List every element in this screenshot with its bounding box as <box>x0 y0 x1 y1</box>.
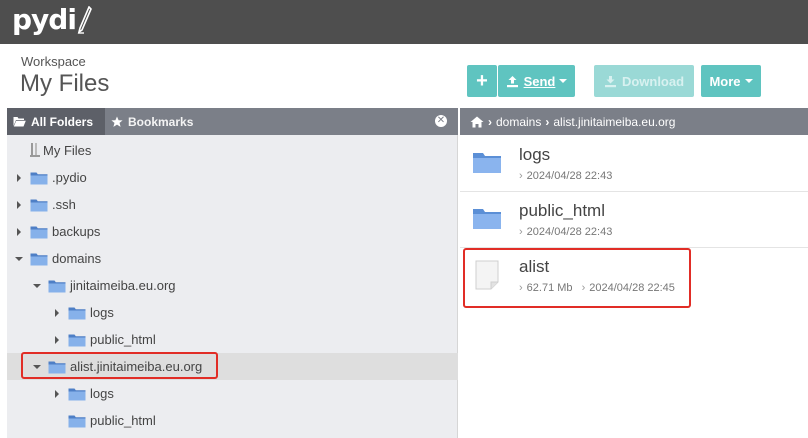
tree-item[interactable]: backups <box>7 218 458 245</box>
tree-item-label: logs <box>90 305 114 320</box>
home-icon[interactable] <box>470 116 484 128</box>
selected-file-highlight <box>463 248 691 308</box>
send-button-label: Send <box>523 73 556 89</box>
tree-item-label: .ssh <box>52 197 76 212</box>
tree-item-label: .pydio <box>52 170 87 185</box>
caret-right-icon[interactable] <box>55 336 59 344</box>
folder-icon <box>30 199 48 212</box>
tree-item-label: jinitaimeiba.eu.org <box>70 278 176 293</box>
folder-icon <box>30 172 48 185</box>
folder-icon <box>30 226 48 239</box>
tree-item[interactable]: My Files <box>7 137 458 164</box>
pydio-logo[interactable]: pydi <box>12 3 77 36</box>
caret-right-icon[interactable] <box>55 390 59 398</box>
more-button-label: More <box>709 73 741 89</box>
breadcrumb: › domains › alist.jinitaimeiba.eu.org <box>460 108 808 135</box>
folder-open-icon <box>13 117 26 127</box>
tree-item[interactable]: domains <box>7 245 458 272</box>
chevron-right-icon: › <box>519 170 523 182</box>
more-button[interactable]: More <box>701 65 761 97</box>
folder-icon <box>473 209 501 229</box>
chevron-right-icon: › <box>545 114 550 129</box>
send-button[interactable]: Send <box>498 65 575 97</box>
caret-right-icon[interactable] <box>17 174 21 182</box>
workspace-label: Workspace <box>21 54 86 69</box>
tree-item-label: backups <box>52 224 101 239</box>
file-date: 2024/04/28 22:43 <box>526 226 613 238</box>
tree-item-label: My Files <box>43 143 92 158</box>
left-tab-bar: All Folders Bookmarks ✕ <box>7 108 458 135</box>
folder-icon <box>68 415 86 428</box>
top-bar: pydi <box>0 0 808 44</box>
close-icon[interactable]: ✕ <box>435 115 447 127</box>
chevron-right-icon: › <box>519 226 523 238</box>
caret-down-icon[interactable] <box>33 284 41 288</box>
caret-right-icon[interactable] <box>55 309 59 317</box>
tree-item[interactable]: public_html <box>7 326 458 353</box>
folder-icon <box>68 334 86 347</box>
file-name: logs <box>519 145 551 164</box>
tree-item[interactable]: .ssh <box>7 191 458 218</box>
caret-right-icon[interactable] <box>17 228 21 236</box>
selected-folder-highlight <box>21 352 218 379</box>
folder-icon <box>68 307 86 320</box>
folder-icon <box>473 153 501 173</box>
folder-icon <box>68 388 86 401</box>
upload-icon <box>506 75 518 87</box>
add-button[interactable]: + <box>467 65 497 97</box>
tab-all-folders[interactable]: All Folders <box>7 108 105 135</box>
tree-item-label: public_html <box>90 413 156 428</box>
download-button[interactable]: Download <box>594 65 694 97</box>
folder-icon <box>30 253 48 266</box>
tree-item[interactable]: logs <box>7 299 458 326</box>
pen-icon <box>77 6 92 34</box>
download-icon <box>604 75 616 87</box>
tree-item[interactable]: public_html <box>7 407 458 434</box>
page-title: My Files <box>20 70 110 97</box>
chevron-down-icon <box>744 79 753 83</box>
tree-item[interactable]: .pydio <box>7 164 458 191</box>
file-meta: › 2024/04/28 22:43 <box>519 226 612 238</box>
file-name: public_html <box>519 201 605 220</box>
tree-item-label: public_html <box>90 332 156 347</box>
tree-item-label: logs <box>90 386 114 401</box>
workspace-header: Workspace My Files + Send Download More <box>0 44 808 106</box>
star-icon <box>111 116 123 127</box>
file-date: 2024/04/28 22:43 <box>526 170 613 182</box>
folder-tree-panel: All Folders Bookmarks ✕ My Files .pydio .s… <box>7 108 458 438</box>
caret-down-icon[interactable] <box>15 257 23 261</box>
tree-item[interactable]: logs <box>7 380 458 407</box>
tree-item[interactable]: jinitaimeiba.eu.org <box>7 272 458 299</box>
file-row-public-html[interactable]: public_html › 2024/04/28 22:43 <box>460 192 808 248</box>
file-meta: › 2024/04/28 22:43 <box>519 170 612 182</box>
tab-bookmarks-label: Bookmarks <box>128 114 194 129</box>
server-icon <box>30 143 40 157</box>
folder-icon <box>48 280 66 293</box>
chevron-down-icon <box>559 79 568 83</box>
chevron-right-icon: › <box>488 114 492 129</box>
breadcrumb-item-current[interactable]: alist.jinitaimeiba.eu.org <box>553 115 675 129</box>
download-button-label: Download <box>621 73 685 89</box>
tab-all-folders-label: All Folders <box>31 114 94 129</box>
add-button-label: + <box>476 69 488 92</box>
breadcrumb-item-domains[interactable]: domains <box>496 115 541 129</box>
tree-item-label: domains <box>52 251 102 266</box>
caret-right-icon[interactable] <box>17 201 21 209</box>
file-row-logs[interactable]: logs › 2024/04/28 22:43 <box>460 136 808 192</box>
tab-bookmarks[interactable]: Bookmarks <box>105 108 215 135</box>
